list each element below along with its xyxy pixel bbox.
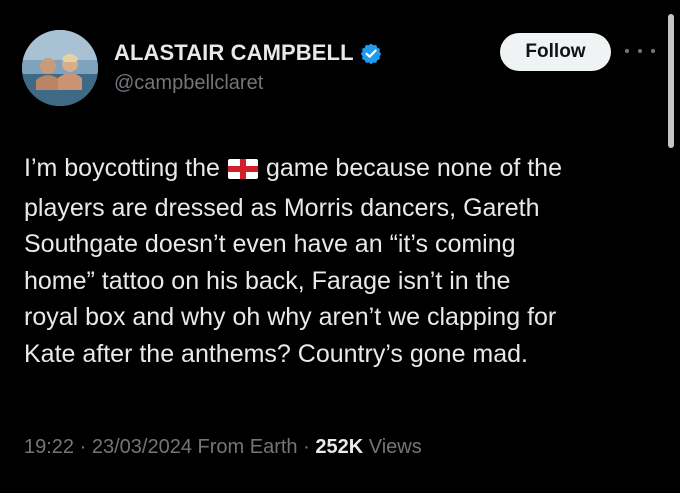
more-dot — [651, 49, 655, 53]
more-dot — [625, 49, 629, 53]
tweet-line: royal box and why oh why aren’t we clapp… — [24, 303, 557, 331]
avatar[interactable] — [22, 30, 98, 106]
tweet-text-segment: I’m boycotting the — [24, 154, 220, 182]
tweet-date[interactable]: 23/03/2024 — [92, 436, 192, 458]
follow-button[interactable]: Follow — [500, 33, 611, 71]
tweet-line: Southgate doesn’t even have an “it’s com… — [24, 230, 516, 258]
tweet-line: I’m boycotting the game because none of t… — [24, 150, 664, 190]
views-count[interactable]: 252K — [315, 436, 363, 458]
tweet-text: I’m boycotting the game because none of t… — [24, 150, 664, 372]
views-label: Views — [368, 436, 422, 458]
meta-separator: · — [79, 436, 87, 458]
tweet-meta: 19:22 · 23/03/2024 From Earth · 252K Vie… — [24, 436, 422, 459]
tweet-time[interactable]: 19:22 — [24, 436, 74, 458]
avatar-photo — [22, 30, 98, 106]
author-handle[interactable]: @campbellclaret — [114, 72, 263, 95]
verified-badge-icon — [360, 42, 382, 65]
tweet-source: From Earth — [197, 436, 298, 458]
more-dot — [638, 49, 642, 53]
scrollbar-thumb[interactable] — [668, 14, 674, 148]
meta-separator: · — [303, 436, 310, 458]
tweet-card: ALASTAIR CAMPBELL @campbellclaret Follow… — [0, 0, 680, 493]
tweet-text-segment: game because none of the — [265, 154, 562, 182]
author-display-name[interactable]: ALASTAIR CAMPBELL — [114, 40, 354, 66]
england-flag-icon — [227, 153, 258, 190]
more-horizontal-icon[interactable] — [625, 44, 655, 58]
tweet-line: Kate after the anthems? Country’s gone m… — [24, 339, 529, 368]
author-name-row: ALASTAIR CAMPBELL — [114, 40, 382, 66]
tweet-line: home” tattoo on his back, Farage isn’t i… — [24, 266, 511, 295]
tweet-line: players are dressed as Morris dancers, G… — [24, 193, 540, 222]
